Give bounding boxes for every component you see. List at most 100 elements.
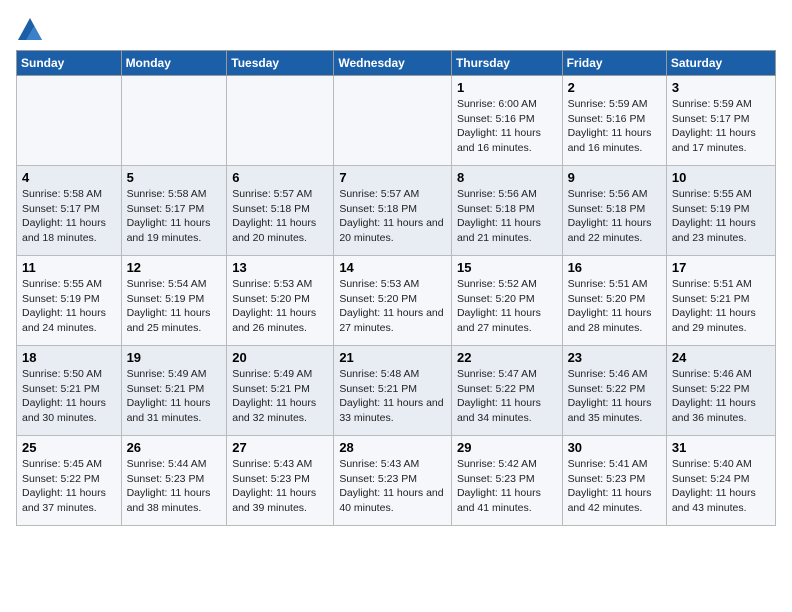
logo-icon xyxy=(16,16,44,44)
day-header-thursday: Thursday xyxy=(451,51,562,76)
day-info: Sunrise: 5:50 AMSunset: 5:21 PMDaylight:… xyxy=(22,367,116,426)
day-number: 26 xyxy=(127,440,222,455)
day-info: Sunrise: 5:51 AMSunset: 5:20 PMDaylight:… xyxy=(568,277,661,336)
day-info: Sunrise: 5:52 AMSunset: 5:20 PMDaylight:… xyxy=(457,277,557,336)
calendar-cell: 22Sunrise: 5:47 AMSunset: 5:22 PMDayligh… xyxy=(451,346,562,436)
day-number: 2 xyxy=(568,80,661,95)
day-number: 28 xyxy=(339,440,446,455)
day-number: 5 xyxy=(127,170,222,185)
calendar-cell: 16 Sunrise: 5:51 AMSunset: 5:20 PMDayligh… xyxy=(562,256,666,346)
day-info: Sunrise: 5:59 AMSunset: 5:16 PMDaylight:… xyxy=(568,97,661,156)
day-number: 21 xyxy=(339,350,446,365)
day-info: Sunrise: 5:41 AMSunset: 5:23 PMDaylight:… xyxy=(568,457,661,516)
day-info: Sunrise: 5:53 AMSunset: 5:20 PMDaylight:… xyxy=(339,277,446,336)
day-number: 30 xyxy=(568,440,661,455)
day-number: 31 xyxy=(672,440,770,455)
day-number: 10 xyxy=(672,170,770,185)
day-number: 25 xyxy=(22,440,116,455)
day-info: Sunrise: 5:43 AMSunset: 5:23 PMDaylight:… xyxy=(339,457,446,516)
calendar-cell: 2 Sunrise: 5:59 AMSunset: 5:16 PMDaylight… xyxy=(562,76,666,166)
day-header-tuesday: Tuesday xyxy=(227,51,334,76)
calendar-cell: 26 Sunrise: 5:44 AMSunset: 5:23 PMDayligh… xyxy=(121,436,227,526)
day-number: 9 xyxy=(568,170,661,185)
day-number: 6 xyxy=(232,170,328,185)
day-number: 18 xyxy=(22,350,116,365)
day-number: 16 xyxy=(568,260,661,275)
page-header xyxy=(16,16,776,44)
day-header-sunday: Sunday xyxy=(17,51,122,76)
day-info: Sunrise: 5:56 AMSunset: 5:18 PMDaylight:… xyxy=(568,187,661,246)
day-header-wednesday: Wednesday xyxy=(334,51,452,76)
day-number: 24 xyxy=(672,350,770,365)
day-header-saturday: Saturday xyxy=(666,51,775,76)
day-info: Sunrise: 5:46 AMSunset: 5:22 PMDaylight:… xyxy=(568,367,661,426)
calendar-cell: 28 Sunrise: 5:43 AMSunset: 5:23 PMDayligh… xyxy=(334,436,452,526)
day-number: 14 xyxy=(339,260,446,275)
calendar-week-row: 1Sunrise: 6:00 AMSunset: 5:16 PMDaylight… xyxy=(17,76,776,166)
day-number: 20 xyxy=(232,350,328,365)
day-info: Sunrise: 5:46 AMSunset: 5:22 PMDaylight:… xyxy=(672,367,770,426)
calendar-cell: 10Sunrise: 5:55 AMSunset: 5:19 PMDayligh… xyxy=(666,166,775,256)
calendar-cell: 5 Sunrise: 5:58 AMSunset: 5:17 PMDaylight… xyxy=(121,166,227,256)
calendar-cell: 18 Sunrise: 5:50 AMSunset: 5:21 PMDayligh… xyxy=(17,346,122,436)
day-number: 23 xyxy=(568,350,661,365)
calendar-cell xyxy=(17,76,122,166)
calendar-cell: 9 Sunrise: 5:56 AMSunset: 5:18 PMDaylight… xyxy=(562,166,666,256)
calendar-cell xyxy=(121,76,227,166)
calendar-cell: 6Sunrise: 5:57 AMSunset: 5:18 PMDaylight… xyxy=(227,166,334,256)
day-header-monday: Monday xyxy=(121,51,227,76)
day-info: Sunrise: 5:43 AMSunset: 5:23 PMDaylight:… xyxy=(232,457,328,516)
calendar-week-row: 4 Sunrise: 5:58 AMSunset: 5:17 PMDaylight… xyxy=(17,166,776,256)
calendar-week-row: 11 Sunrise: 5:55 AMSunset: 5:19 PMDayligh… xyxy=(17,256,776,346)
calendar-cell: 21 Sunrise: 5:48 AMSunset: 5:21 PMDayligh… xyxy=(334,346,452,436)
day-info: Sunrise: 5:47 AMSunset: 5:22 PMDaylight:… xyxy=(457,367,557,426)
calendar-cell: 7 Sunrise: 5:57 AMSunset: 5:18 PMDaylight… xyxy=(334,166,452,256)
calendar-cell: 29 Sunrise: 5:42 AMSunset: 5:23 PMDayligh… xyxy=(451,436,562,526)
calendar-week-row: 18 Sunrise: 5:50 AMSunset: 5:21 PMDayligh… xyxy=(17,346,776,436)
logo xyxy=(16,16,48,44)
day-number: 8 xyxy=(457,170,557,185)
calendar-cell: 15 Sunrise: 5:52 AMSunset: 5:20 PMDayligh… xyxy=(451,256,562,346)
day-info: Sunrise: 5:49 AMSunset: 5:21 PMDaylight:… xyxy=(127,367,222,426)
day-info: Sunrise: 5:49 AMSunset: 5:21 PMDaylight:… xyxy=(232,367,328,426)
calendar-cell: 14 Sunrise: 5:53 AMSunset: 5:20 PMDayligh… xyxy=(334,256,452,346)
calendar-cell: 19Sunrise: 5:49 AMSunset: 5:21 PMDayligh… xyxy=(121,346,227,436)
day-info: Sunrise: 5:58 AMSunset: 5:17 PMDaylight:… xyxy=(127,187,222,246)
day-number: 3 xyxy=(672,80,770,95)
calendar-cell: 31Sunrise: 5:40 AMSunset: 5:24 PMDayligh… xyxy=(666,436,775,526)
calendar-cell: 11 Sunrise: 5:55 AMSunset: 5:19 PMDayligh… xyxy=(17,256,122,346)
day-number: 15 xyxy=(457,260,557,275)
day-header-friday: Friday xyxy=(562,51,666,76)
calendar-table: SundayMondayTuesdayWednesdayThursdayFrid… xyxy=(16,50,776,526)
day-info: Sunrise: 5:58 AMSunset: 5:17 PMDaylight:… xyxy=(22,187,116,246)
calendar-cell: 20 Sunrise: 5:49 AMSunset: 5:21 PMDayligh… xyxy=(227,346,334,436)
calendar-cell xyxy=(334,76,452,166)
day-info: Sunrise: 5:44 AMSunset: 5:23 PMDaylight:… xyxy=(127,457,222,516)
calendar-cell: 12Sunrise: 5:54 AMSunset: 5:19 PMDayligh… xyxy=(121,256,227,346)
day-info: Sunrise: 5:51 AMSunset: 5:21 PMDaylight:… xyxy=(672,277,770,336)
day-info: Sunrise: 5:42 AMSunset: 5:23 PMDaylight:… xyxy=(457,457,557,516)
calendar-cell: 1Sunrise: 6:00 AMSunset: 5:16 PMDaylight… xyxy=(451,76,562,166)
day-info: Sunrise: 5:53 AMSunset: 5:20 PMDaylight:… xyxy=(232,277,328,336)
day-info: Sunrise: 5:55 AMSunset: 5:19 PMDaylight:… xyxy=(22,277,116,336)
day-info: Sunrise: 5:56 AMSunset: 5:18 PMDaylight:… xyxy=(457,187,557,246)
day-number: 12 xyxy=(127,260,222,275)
calendar-cell: 13 Sunrise: 5:53 AMSunset: 5:20 PMDayligh… xyxy=(227,256,334,346)
day-info: Sunrise: 5:59 AMSunset: 5:17 PMDaylight:… xyxy=(672,97,770,156)
calendar-header-row: SundayMondayTuesdayWednesdayThursdayFrid… xyxy=(17,51,776,76)
day-info: Sunrise: 5:57 AMSunset: 5:18 PMDaylight:… xyxy=(339,187,446,246)
calendar-cell: 25 Sunrise: 5:45 AMSunset: 5:22 PMDayligh… xyxy=(17,436,122,526)
calendar-cell: 30 Sunrise: 5:41 AMSunset: 5:23 PMDayligh… xyxy=(562,436,666,526)
day-info: Sunrise: 5:48 AMSunset: 5:21 PMDaylight:… xyxy=(339,367,446,426)
day-info: Sunrise: 6:00 AMSunset: 5:16 PMDaylight:… xyxy=(457,97,557,156)
day-info: Sunrise: 5:45 AMSunset: 5:22 PMDaylight:… xyxy=(22,457,116,516)
day-number: 13 xyxy=(232,260,328,275)
calendar-cell: 8 Sunrise: 5:56 AMSunset: 5:18 PMDaylight… xyxy=(451,166,562,256)
day-number: 27 xyxy=(232,440,328,455)
calendar-cell xyxy=(227,76,334,166)
day-number: 29 xyxy=(457,440,557,455)
day-number: 4 xyxy=(22,170,116,185)
day-number: 11 xyxy=(22,260,116,275)
day-number: 7 xyxy=(339,170,446,185)
calendar-week-row: 25 Sunrise: 5:45 AMSunset: 5:22 PMDayligh… xyxy=(17,436,776,526)
